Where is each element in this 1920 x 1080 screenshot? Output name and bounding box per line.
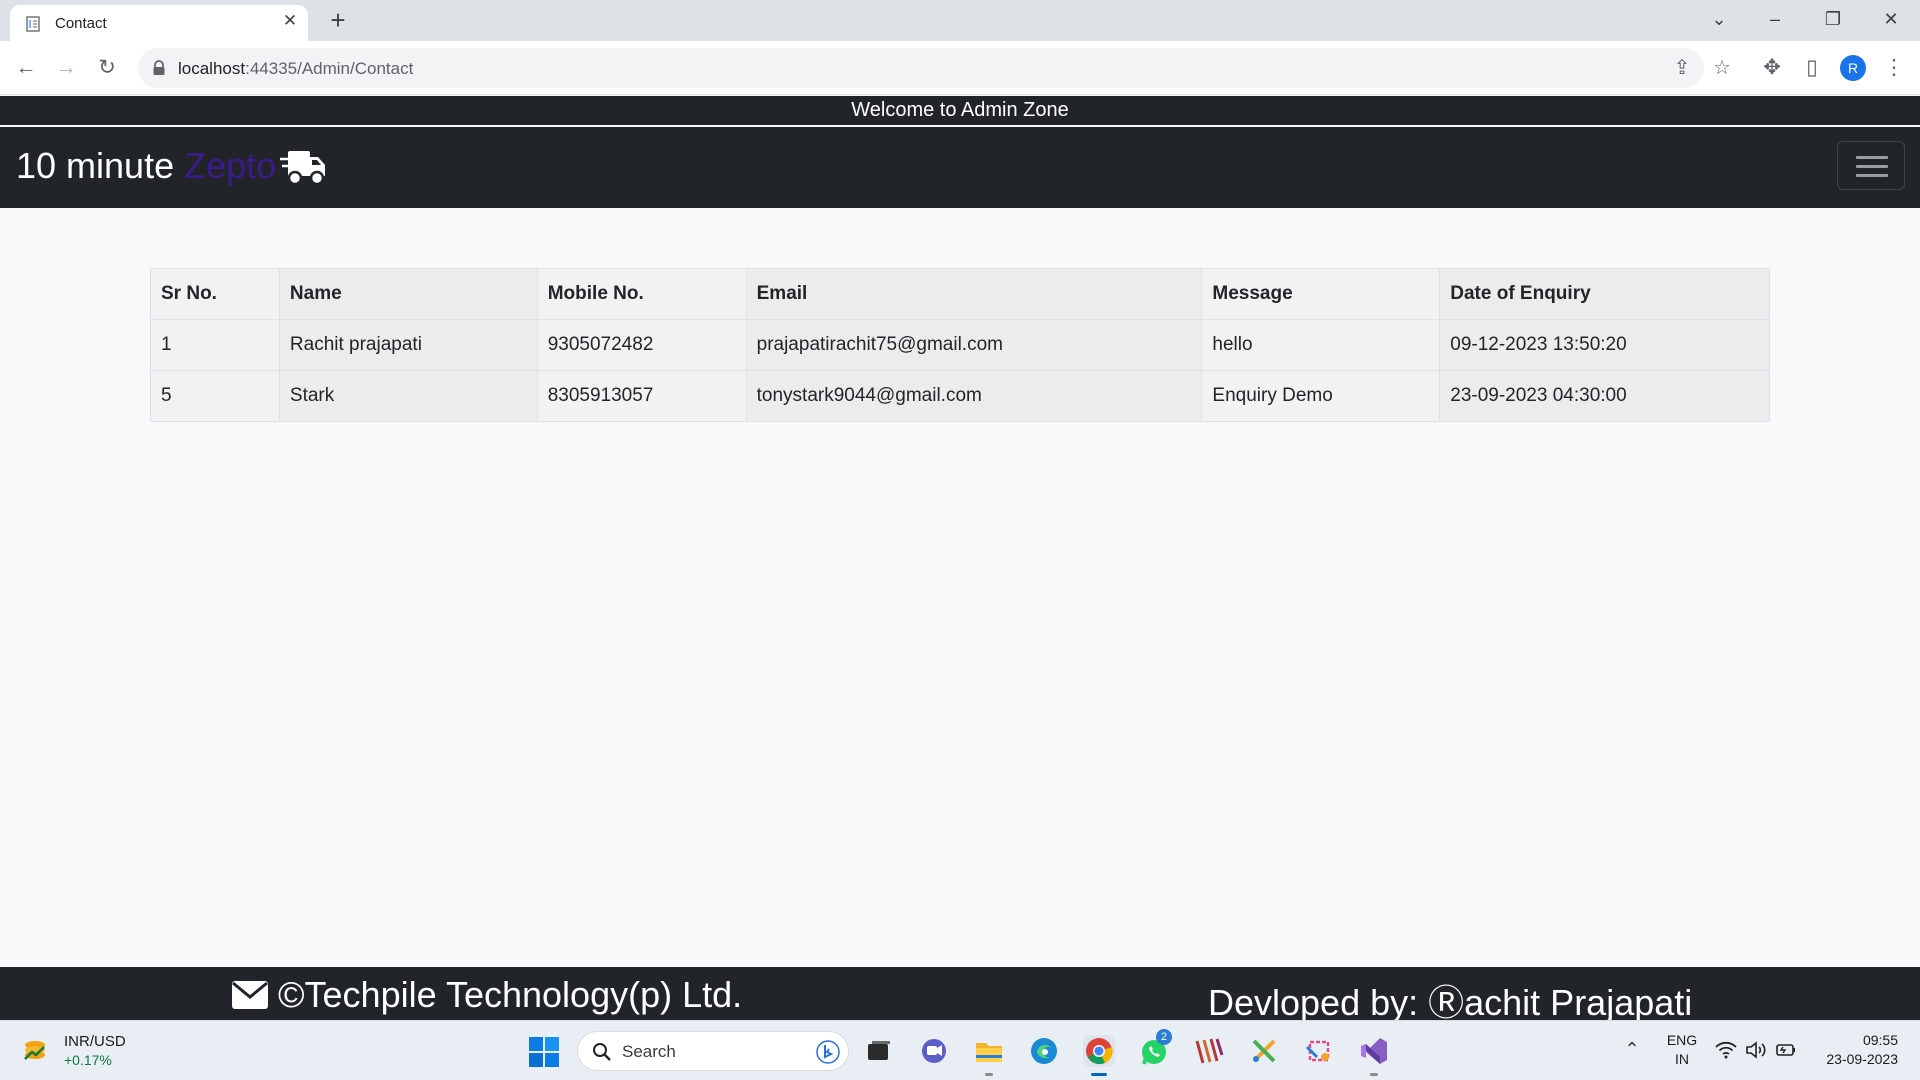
- footer-copyright: ©Techpile Technology(p) Ltd.: [278, 974, 743, 1015]
- side-panel-icon[interactable]: ▯: [1798, 54, 1826, 82]
- table-row: 1 Rachit prajapati 9305072482 prajapatir…: [150, 319, 1770, 371]
- visual-studio-icon[interactable]: [1358, 1035, 1390, 1076]
- battery-icon[interactable]: [1774, 1038, 1798, 1062]
- teams-chat-icon[interactable]: [918, 1035, 950, 1067]
- system-clock[interactable]: 09:55 23-09-2023: [1812, 1031, 1898, 1069]
- brand-accent: Zepto: [184, 145, 277, 186]
- header-mobile: Mobile No.: [536, 268, 747, 320]
- hamburger-line: [1856, 174, 1888, 177]
- minimize-button[interactable]: –: [1760, 6, 1790, 32]
- cell-email: tonystark9044@gmail.com: [745, 370, 1203, 422]
- footer: ©Techpile Technology(p) Ltd. Devloped by…: [0, 967, 1920, 1023]
- url-path: :44335/Admin/Contact: [245, 59, 414, 78]
- bing-icon[interactable]: [816, 1040, 840, 1064]
- new-tab-button[interactable]: +: [326, 7, 350, 33]
- forward-button[interactable]: →: [52, 54, 80, 82]
- brand-prefix: 10 minute: [16, 145, 175, 186]
- snipping-tool-icon[interactable]: [1248, 1035, 1280, 1067]
- cell-mobile: 8305913057: [536, 370, 747, 422]
- tab-title: Contact: [55, 15, 107, 32]
- hamburger-line: [1856, 156, 1888, 159]
- cell-mobile: 9305072482: [536, 319, 747, 371]
- table-row: 5 Stark 8305913057 tonystark9044@gmail.c…: [150, 370, 1770, 422]
- cell-sr-no: 1: [150, 319, 280, 371]
- file-explorer-icon[interactable]: [973, 1035, 1005, 1076]
- restore-button[interactable]: ❐: [1818, 6, 1848, 32]
- search-icon: [593, 1043, 611, 1061]
- share-icon[interactable]: ⇪: [1670, 56, 1694, 80]
- navbar-toggler-button[interactable]: [1837, 141, 1905, 190]
- header-date: Date of Enquiry: [1439, 268, 1770, 320]
- tab-search-icon[interactable]: ⌄: [1704, 6, 1734, 32]
- wifi-icon[interactable]: [1714, 1038, 1738, 1062]
- back-button[interactable]: ←: [12, 54, 40, 82]
- clock-time: 09:55: [1862, 1032, 1898, 1048]
- header-message: Message: [1201, 268, 1441, 320]
- cell-message: hello: [1201, 319, 1441, 371]
- close-tab-icon[interactable]: ✕: [280, 11, 300, 31]
- envelope-icon: [232, 981, 268, 1009]
- taskbar-search[interactable]: Search: [577, 1031, 849, 1071]
- lang-region: IN: [1675, 1051, 1689, 1067]
- cell-name: Rachit prajapati: [278, 319, 538, 371]
- cell-message: Enquiry Demo: [1201, 370, 1441, 422]
- close-window-button[interactable]: ✕: [1876, 6, 1906, 32]
- lock-icon: [153, 60, 165, 75]
- browser-tabstrip: Contact ✕ + ⌄ – ❐ ✕: [0, 0, 1920, 41]
- browser-toolbar: ← → ↻ localhost:44335/Admin/Contact ⇪ ☆ …: [0, 41, 1920, 95]
- header-name: Name: [278, 268, 538, 320]
- ticker-widget[interactable]: INR/USD +0.17%: [18, 1031, 138, 1073]
- header-sr-no: Sr No.: [150, 268, 280, 320]
- cell-email: prajapatirachit75@gmail.com: [745, 319, 1203, 371]
- page-icon: [26, 16, 40, 32]
- chrome-browser-icon[interactable]: [1083, 1035, 1115, 1076]
- edge-browser-icon[interactable]: [1028, 1035, 1060, 1067]
- search-label: Search: [622, 1042, 676, 1061]
- header-email: Email: [745, 268, 1203, 320]
- table-header-row: Sr No. Name Mobile No. Email Message Dat…: [150, 268, 1770, 320]
- reload-button[interactable]: ↻: [93, 54, 121, 82]
- truck-icon: [280, 151, 325, 186]
- brand[interactable]: 10 minute Zepto: [16, 145, 276, 187]
- navbar: 10 minute Zepto: [0, 127, 1920, 208]
- whatsapp-icon[interactable]: 2: [1138, 1029, 1172, 1067]
- lang-code: ENG: [1666, 1032, 1698, 1048]
- ticker-name: INR/USD: [64, 1033, 126, 1050]
- browser-menu-icon[interactable]: ⋮: [1880, 54, 1908, 82]
- cell-name: Stark: [278, 370, 538, 422]
- url-host: localhost: [178, 59, 246, 78]
- cell-date: 09-12-2023 13:50:20: [1439, 319, 1770, 371]
- screen-snip-icon[interactable]: [1303, 1035, 1335, 1067]
- cell-sr-no: 5: [150, 370, 280, 422]
- address-bar[interactable]: localhost:44335/Admin/Contact ⇪ ☆: [138, 48, 1731, 88]
- bookmark-star-icon[interactable]: ☆: [1710, 56, 1734, 80]
- notification-badge: 2: [1156, 1029, 1172, 1045]
- welcome-banner: Welcome to Admin Zone: [0, 96, 1920, 127]
- clock-date: 23-09-2023: [1826, 1051, 1898, 1067]
- winrar-icon[interactable]: [1193, 1035, 1225, 1067]
- profile-avatar[interactable]: R: [1840, 55, 1866, 81]
- volume-icon[interactable]: [1744, 1038, 1768, 1062]
- input-language[interactable]: ENG IN: [1664, 1031, 1700, 1069]
- windows-start-icon[interactable]: [528, 1036, 560, 1068]
- footer-developer: Devloped by: Ⓡachit Prajapati: [1208, 982, 1693, 1023]
- windows-taskbar: INR/USD +0.17% Search 2 ⌃ ENG IN 09:55 2…: [0, 1020, 1920, 1080]
- extensions-icon[interactable]: ✥: [1758, 54, 1786, 82]
- url-text[interactable]: localhost:44335/Admin/Contact: [178, 59, 413, 79]
- contact-table-container: Sr No. Name Mobile No. Email Message Dat…: [150, 268, 1770, 422]
- task-view-icon[interactable]: [863, 1035, 895, 1067]
- cell-date: 23-09-2023 04:30:00: [1439, 370, 1770, 422]
- ticker-change: +0.17%: [64, 1052, 112, 1068]
- hamburger-line: [1856, 165, 1888, 168]
- contact-table: Sr No. Name Mobile No. Email Message Dat…: [150, 268, 1770, 422]
- currency-icon: [24, 1041, 45, 1060]
- show-hidden-icons-chevron[interactable]: ⌃: [1622, 1039, 1642, 1059]
- tab-contact[interactable]: Contact ✕: [10, 5, 308, 41]
